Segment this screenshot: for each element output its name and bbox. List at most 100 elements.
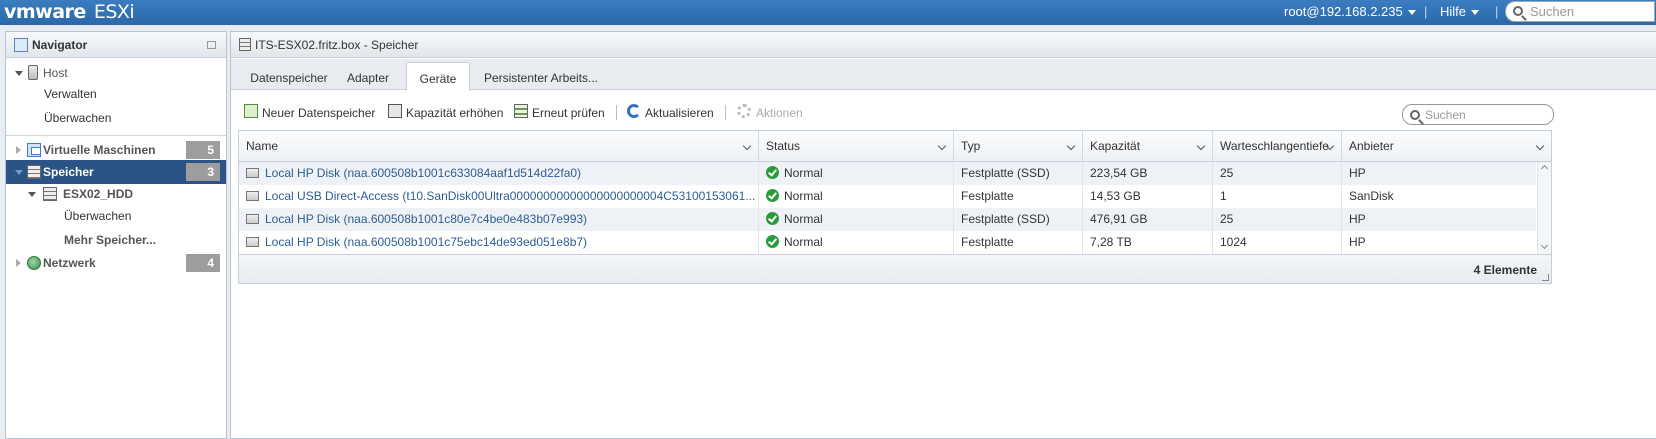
table-row[interactable]: Local USB Direct-Access (t10.SanDisk00Ul… bbox=[239, 185, 1536, 208]
capacity-cell: 223,54 GB bbox=[1083, 162, 1213, 185]
nav-item-virtual-machines[interactable]: Virtuelle Maschinen 5 bbox=[6, 138, 226, 162]
nav-item-label: Überwachen bbox=[64, 209, 132, 223]
global-search-input[interactable]: Suchen bbox=[1505, 1, 1655, 22]
minimize-icon[interactable] bbox=[207, 41, 216, 49]
status-ok-icon bbox=[766, 189, 779, 202]
column-header-type[interactable]: Typ bbox=[954, 131, 1083, 162]
nav-item-label: Speicher bbox=[43, 165, 94, 179]
disk-icon bbox=[246, 237, 259, 247]
expand-icon[interactable] bbox=[28, 192, 36, 197]
nav-item-monitor[interactable]: Überwachen bbox=[6, 106, 226, 130]
status-label: Normal bbox=[784, 166, 823, 180]
new-datastore-button[interactable]: Neuer Datenspeicher bbox=[262, 106, 375, 120]
increase-capacity-button[interactable]: Kapazität erhöhen bbox=[406, 106, 503, 120]
device-name-cell[interactable]: Local USB Direct-Access (t10.SanDisk00Ul… bbox=[239, 185, 759, 208]
expand-icon[interactable] bbox=[16, 259, 21, 267]
table-scrollbar[interactable] bbox=[1537, 162, 1551, 254]
actions-button[interactable]: Aktionen bbox=[756, 106, 803, 120]
nav-item-storage[interactable]: Speicher 3 bbox=[6, 160, 226, 184]
help-label: Hilfe bbox=[1440, 4, 1467, 19]
column-header-status[interactable]: Status bbox=[759, 131, 954, 162]
capacity-cell: 7,28 TB bbox=[1083, 231, 1213, 254]
column-header-capacity[interactable]: Kapazität bbox=[1083, 131, 1213, 162]
count-badge: 3 bbox=[186, 163, 220, 181]
navigator-panel: Navigator Host Verwalten Überwachen Virt… bbox=[5, 31, 227, 439]
top-bar: vmware ESXi root@192.168.2.235 | Hilfe | … bbox=[0, 0, 1656, 25]
user-label: root@192.168.2.235 bbox=[1284, 4, 1403, 19]
virtual-machine-icon bbox=[27, 143, 41, 157]
logo-vendor: vmware bbox=[4, 1, 86, 23]
nav-item-datastore-monitor[interactable]: Überwachen bbox=[6, 204, 226, 228]
column-label: Kapazität bbox=[1090, 139, 1141, 153]
nav-item-datastore[interactable]: ESX02_HDD bbox=[6, 182, 226, 206]
column-label: Status bbox=[766, 139, 801, 153]
column-header-name[interactable]: Name bbox=[239, 131, 759, 162]
device-name-cell[interactable]: Local HP Disk (naa.600508b1001c633084aaf… bbox=[239, 162, 759, 185]
table-row[interactable]: Local HP Disk (naa.600508b1001c80e7c4be0… bbox=[239, 208, 1536, 231]
type-cell: Festplatte (SSD) bbox=[954, 208, 1083, 231]
column-label: Typ bbox=[961, 139, 981, 153]
toolbar-divider bbox=[616, 105, 617, 120]
status-ok-icon bbox=[766, 166, 779, 179]
rescan-icon bbox=[514, 104, 528, 118]
rescan-button[interactable]: Erneut prüfen bbox=[532, 106, 605, 120]
chevron-down-icon[interactable] bbox=[742, 141, 752, 151]
vendor-cell: HP bbox=[1349, 212, 1366, 226]
scroll-up-icon[interactable] bbox=[1540, 164, 1549, 173]
column-header-vendor[interactable]: Anbieter bbox=[1342, 131, 1551, 162]
tab-datastores[interactable]: Datenspeicher bbox=[239, 65, 339, 90]
nav-item-label: Mehr Speicher... bbox=[64, 233, 157, 247]
vendor-cell: HP bbox=[1349, 166, 1366, 180]
logo-product: ESXi bbox=[93, 1, 135, 23]
table-row[interactable]: Local HP Disk (naa.600508b1001c75ebc14de… bbox=[239, 231, 1536, 254]
device-name: Local USB Direct-Access (t10.SanDisk00Ul… bbox=[265, 189, 756, 203]
tab-adapters[interactable]: Adapter bbox=[341, 65, 395, 90]
device-name-cell[interactable]: Local HP Disk (naa.600508b1001c80e7c4be0… bbox=[239, 208, 759, 231]
tab-persistent-memory[interactable]: Persistenter Arbeits... bbox=[481, 65, 601, 90]
capacity-cell: 476,91 GB bbox=[1083, 208, 1213, 231]
refresh-icon bbox=[627, 104, 641, 118]
chevron-down-icon[interactable] bbox=[937, 141, 947, 151]
column-header-queue-depth[interactable]: Warteschlangentiefe bbox=[1213, 131, 1342, 162]
status-cell: Normal bbox=[759, 208, 954, 231]
divider: | bbox=[1495, 4, 1499, 19]
status-ok-icon bbox=[766, 235, 779, 248]
device-search-input[interactable]: Suchen bbox=[1402, 104, 1554, 125]
queue-depth-cell: 1024 bbox=[1213, 231, 1342, 254]
type-cell: Festplatte (SSD) bbox=[954, 162, 1083, 185]
chevron-down-icon[interactable] bbox=[1535, 141, 1545, 151]
refresh-button[interactable]: Aktualisieren bbox=[645, 106, 714, 120]
disk-icon bbox=[246, 214, 259, 224]
expand-icon[interactable] bbox=[16, 146, 21, 154]
scroll-down-icon[interactable] bbox=[1540, 241, 1549, 250]
navigator-header: Navigator bbox=[6, 32, 226, 58]
status-label: Normal bbox=[784, 212, 823, 226]
expand-icon[interactable] bbox=[15, 71, 23, 76]
chevron-down-icon[interactable] bbox=[1196, 141, 1206, 151]
host-icon bbox=[28, 65, 38, 80]
tab-devices[interactable]: Geräte bbox=[406, 62, 470, 91]
nav-item-label: Virtuelle Maschinen bbox=[43, 143, 156, 157]
disk-icon bbox=[246, 168, 259, 178]
chevron-down-icon bbox=[1471, 10, 1480, 16]
page-title: ITS-ESX02.fritz.box - Speicher bbox=[255, 38, 419, 52]
expand-icon[interactable] bbox=[15, 170, 23, 175]
toolbar: Neuer Datenspeicher Kapazität erhöhen Er… bbox=[231, 102, 1656, 126]
divider bbox=[6, 135, 226, 136]
queue-depth-cell: 25 bbox=[1213, 162, 1342, 185]
column-label: Warteschlangentiefe bbox=[1220, 139, 1329, 153]
nav-item-manage[interactable]: Verwalten bbox=[6, 82, 226, 106]
help-menu[interactable]: Hilfe bbox=[1440, 4, 1480, 19]
navigator-icon bbox=[14, 38, 28, 52]
table-row[interactable]: Local HP Disk (naa.600508b1001c633084aaf… bbox=[239, 162, 1536, 185]
type-cell: Festplatte bbox=[954, 185, 1083, 208]
device-name: Local HP Disk (naa.600508b1001c80e7c4be0… bbox=[265, 212, 588, 226]
status-cell: Normal bbox=[759, 231, 954, 254]
new-datastore-icon bbox=[244, 104, 258, 118]
user-menu[interactable]: root@192.168.2.235 bbox=[1284, 4, 1416, 19]
nav-item-network[interactable]: Netzwerk 4 bbox=[6, 251, 226, 275]
nav-item-more-storage[interactable]: Mehr Speicher... bbox=[6, 228, 226, 252]
resize-grip-icon[interactable] bbox=[1542, 274, 1549, 281]
device-name-cell[interactable]: Local HP Disk (naa.600508b1001c75ebc14de… bbox=[239, 231, 759, 254]
chevron-down-icon[interactable] bbox=[1066, 141, 1076, 151]
